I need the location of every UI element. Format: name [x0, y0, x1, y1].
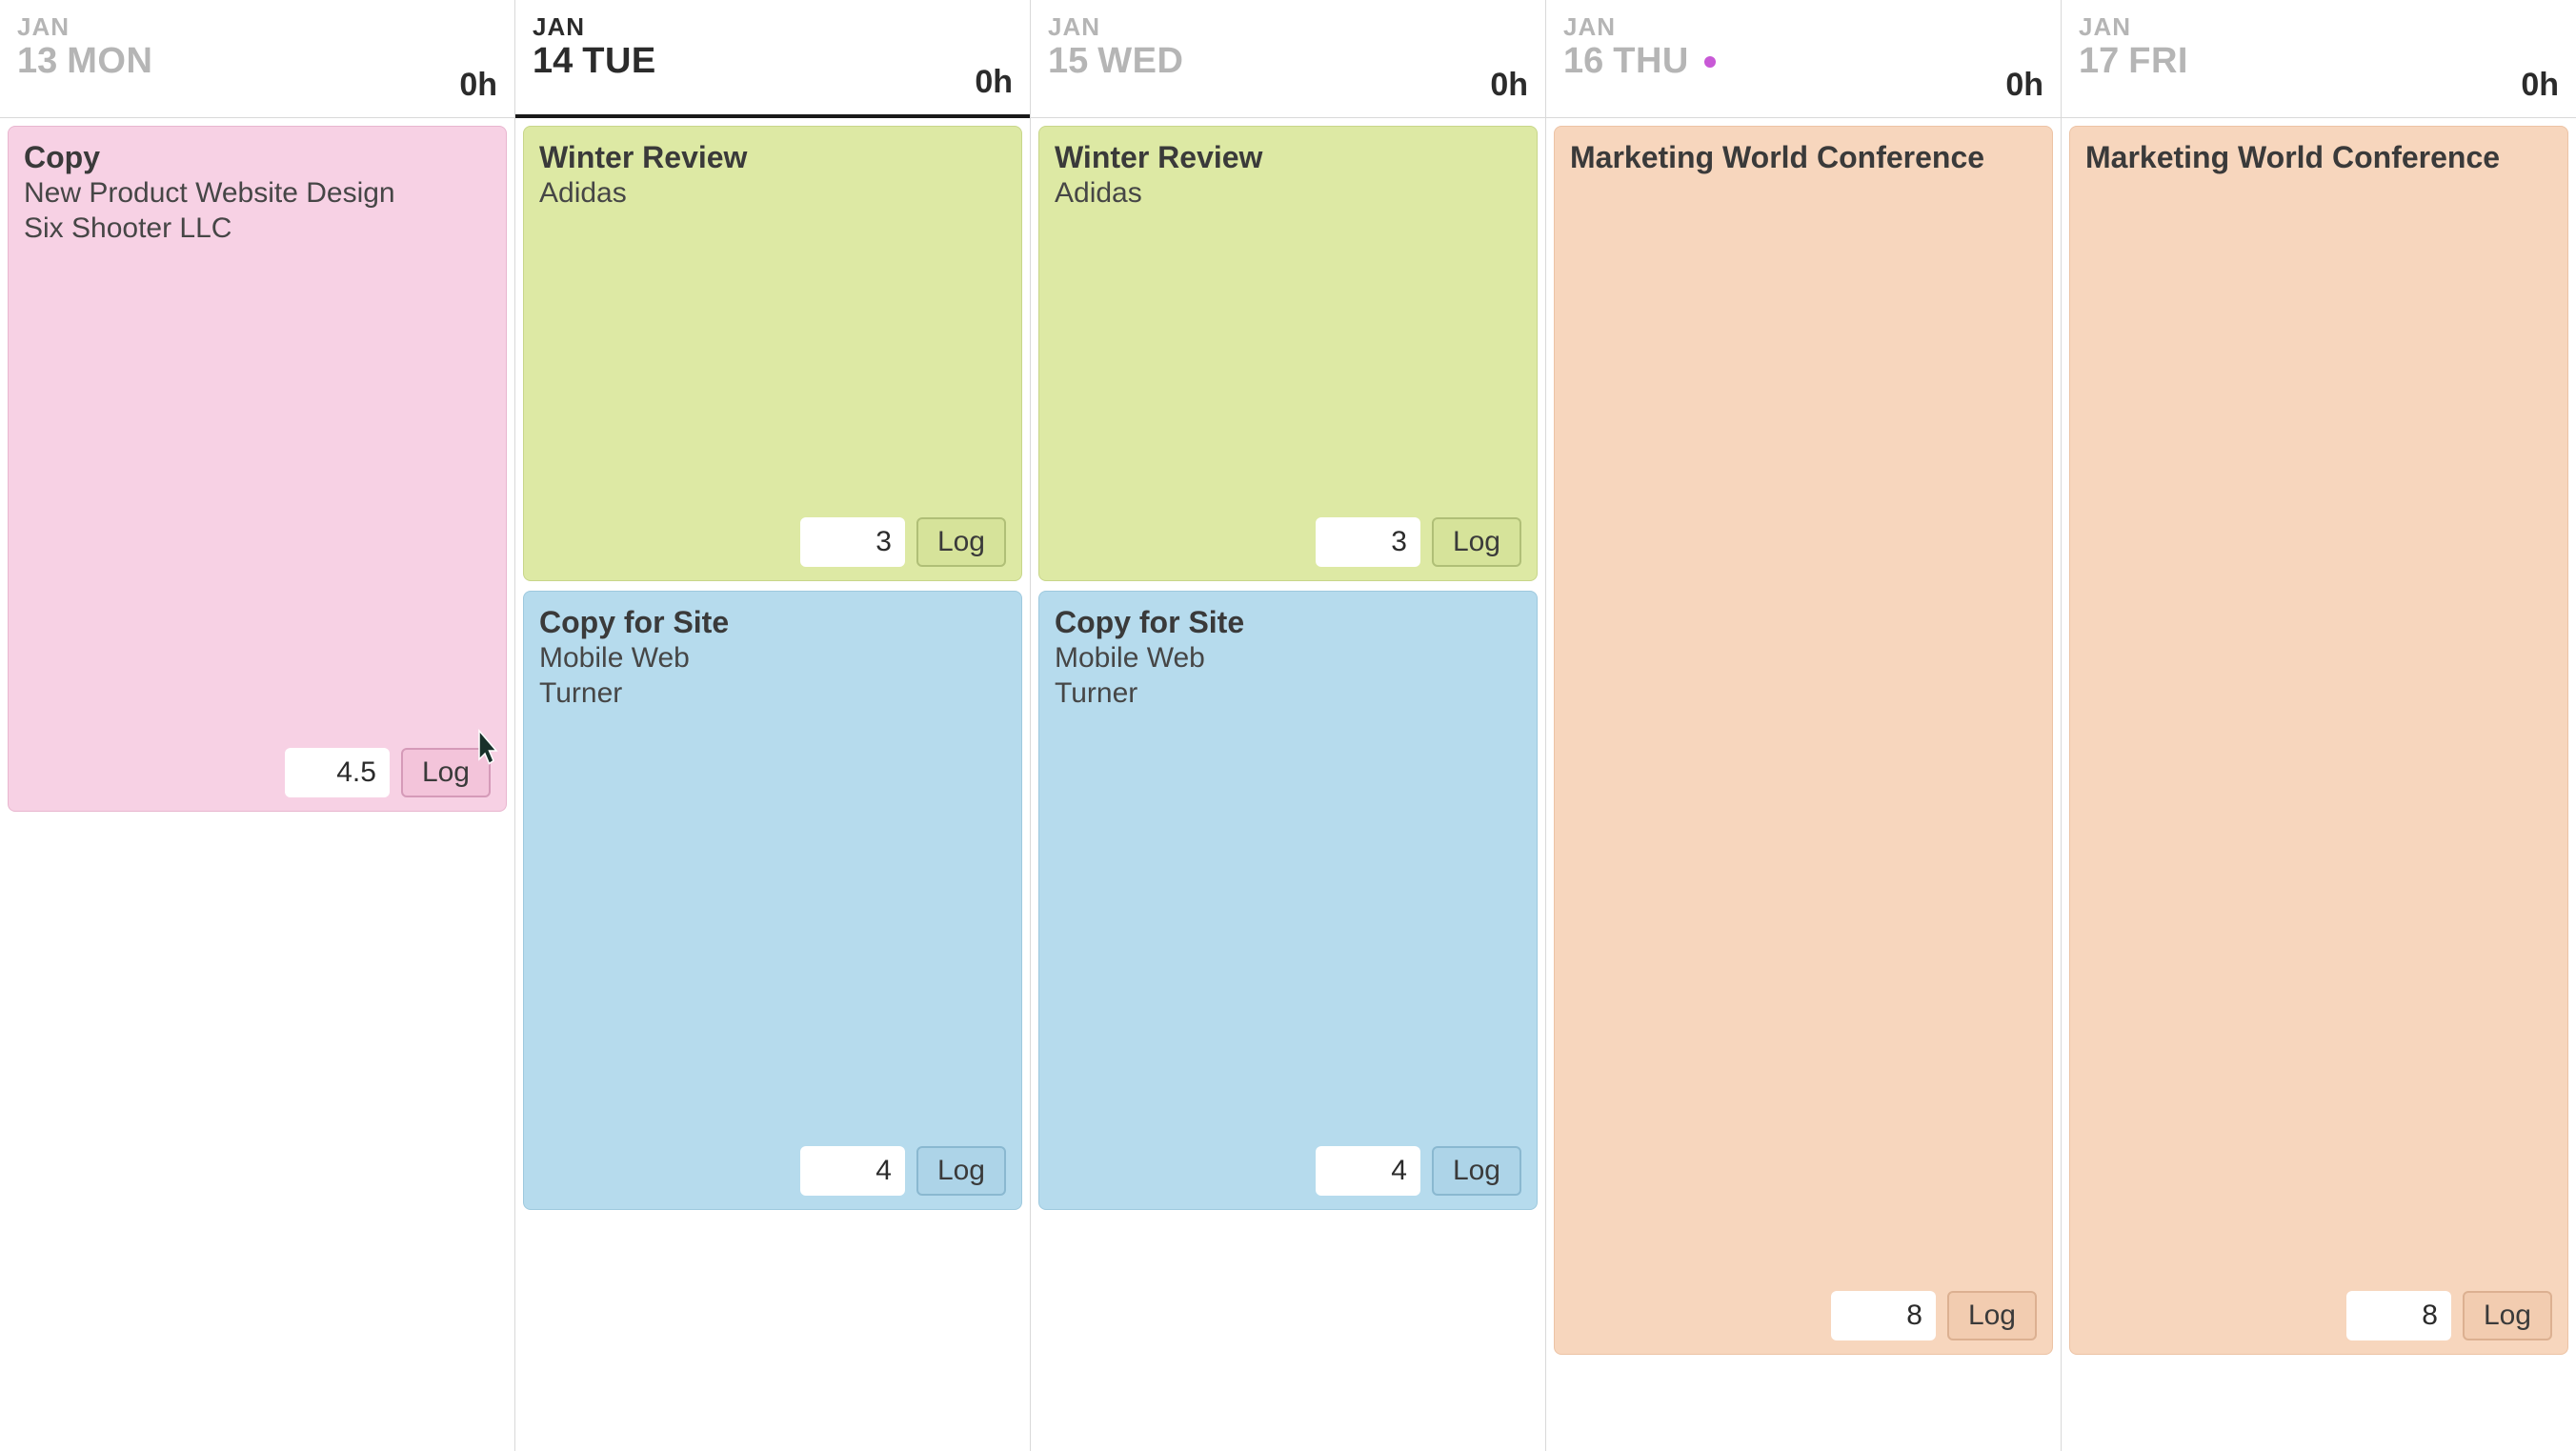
hours-input[interactable] — [2346, 1291, 2451, 1340]
day-body: Marketing World Conference Log — [1546, 118, 2061, 1451]
day-hours-total: 0h — [1490, 67, 1528, 104]
task-card[interactable]: Marketing World Conference Log — [2069, 126, 2568, 1355]
task-card[interactable]: Winter ReviewAdidas Log — [523, 126, 1022, 581]
task-title: Marketing World Conference — [2085, 140, 2552, 175]
day-line: 16 THU — [1563, 43, 2043, 81]
task-subtitle: Mobile Web — [539, 640, 1006, 676]
task-subtitle: Adidas — [1055, 175, 1521, 212]
day-number: 13 — [17, 43, 57, 81]
day-column: JAN16 THU 0h Marketing World Conference Log — [1546, 0, 2062, 1451]
hours-input[interactable] — [800, 1146, 905, 1196]
day-name: WED — [1097, 43, 1183, 81]
day-body: Winter ReviewAdidasLogCopy for SiteMobil… — [1031, 118, 1545, 1451]
day-name: TUE — [582, 43, 656, 81]
day-header[interactable]: JAN14TUE0h — [515, 0, 1030, 118]
hours-input[interactable] — [1316, 1146, 1420, 1196]
day-body: CopyNew Product Website DesignSix Shoote… — [0, 118, 514, 1451]
day-name: THU — [1613, 43, 1689, 81]
task-title: Winter Review — [1055, 140, 1521, 175]
day-body: Marketing World Conference Log — [2062, 118, 2576, 1451]
day-number: 15 — [1048, 43, 1088, 81]
task-subtitle: New Product Website Design — [24, 175, 491, 212]
month-label: JAN — [1048, 13, 1528, 41]
task-footer: Log — [2085, 1280, 2552, 1340]
task-card[interactable]: Copy for SiteMobile WebTurner Log — [523, 591, 1022, 1210]
task-title: Copy for Site — [539, 605, 1006, 640]
day-column: JAN17FRI0hMarketing World ConferenceLog — [2062, 0, 2576, 1451]
day-column: JAN15WED0hWinter ReviewAdidasLogCopy for… — [1031, 0, 1546, 1451]
day-name: FRI — [2128, 43, 2188, 81]
month-label: JAN — [2079, 13, 2559, 41]
day-hours-total: 0h — [459, 67, 497, 104]
hours-input[interactable] — [1831, 1291, 1936, 1340]
day-header[interactable]: JAN16 THU 0h — [1546, 0, 2061, 118]
log-button[interactable]: Log — [1432, 517, 1521, 567]
day-body: Winter ReviewAdidasLogCopy for SiteMobil… — [515, 118, 1030, 1451]
task-title: Copy — [24, 140, 491, 175]
day-header[interactable]: JAN13 MON 0h — [0, 0, 514, 118]
hours-input[interactable] — [285, 748, 390, 797]
log-button[interactable]: Log — [401, 748, 491, 797]
day-hours-total: 0h — [2521, 67, 2559, 104]
task-footer: Log — [539, 1135, 1006, 1196]
status-dot-icon — [1704, 56, 1716, 68]
task-footer: Log — [539, 506, 1006, 567]
task-title: Winter Review — [539, 140, 1006, 175]
log-button[interactable]: Log — [916, 1146, 1006, 1196]
day-hours-total: 0h — [975, 64, 1013, 101]
day-header[interactable]: JAN15WED0h — [1031, 0, 1545, 118]
task-card[interactable]: Copy for SiteMobile WebTurner Log — [1038, 591, 1538, 1210]
day-number: 14 — [533, 43, 573, 81]
task-client: Turner — [539, 675, 1006, 712]
task-title: Marketing World Conference — [1570, 140, 2037, 175]
task-footer: Log — [1055, 1135, 1521, 1196]
log-button[interactable]: Log — [1432, 1146, 1521, 1196]
day-column: JAN14TUE0hWinter ReviewAdidasLogCopy for… — [515, 0, 1031, 1451]
month-label: JAN — [17, 13, 497, 41]
day-number: 17 — [2079, 43, 2119, 81]
day-number: 16 — [1563, 43, 1603, 81]
task-client: Turner — [1055, 675, 1521, 712]
day-column: JAN13 MON 0h CopyNew Product Website Design… — [0, 0, 515, 1451]
task-card[interactable]: Winter ReviewAdidas Log — [1038, 126, 1538, 581]
log-button[interactable]: Log — [916, 517, 1006, 567]
task-footer: Log — [1055, 506, 1521, 567]
task-card[interactable]: Marketing World Conference Log — [1554, 126, 2053, 1355]
log-button[interactable]: Log — [1947, 1291, 2037, 1340]
week-view: JAN13MON0hCopyNew Product Website Design… — [0, 0, 2576, 1451]
day-line: 14TUE — [533, 43, 1013, 81]
day-line: 13 MON — [17, 43, 497, 81]
day-header[interactable]: JAN17FRI0h — [2062, 0, 2576, 118]
month-label: JAN — [1563, 13, 2043, 41]
month-label: JAN — [533, 13, 1013, 41]
task-footer: Log — [24, 736, 491, 797]
task-subtitle: Mobile Web — [1055, 640, 1521, 676]
hours-input[interactable] — [1316, 517, 1420, 567]
hours-input[interactable] — [800, 517, 905, 567]
day-hours-total: 0h — [2005, 67, 2043, 104]
day-name: MON — [67, 43, 152, 81]
task-subtitle: Adidas — [539, 175, 1006, 212]
day-line: 17FRI — [2079, 43, 2559, 81]
day-line: 15WED — [1048, 43, 1528, 81]
task-title: Copy for Site — [1055, 605, 1521, 640]
task-footer: Log — [1570, 1280, 2037, 1340]
task-card[interactable]: CopyNew Product Website DesignSix Shoote… — [8, 126, 507, 812]
log-button[interactable]: Log — [2463, 1291, 2552, 1340]
task-client: Six Shooter LLC — [24, 211, 491, 247]
